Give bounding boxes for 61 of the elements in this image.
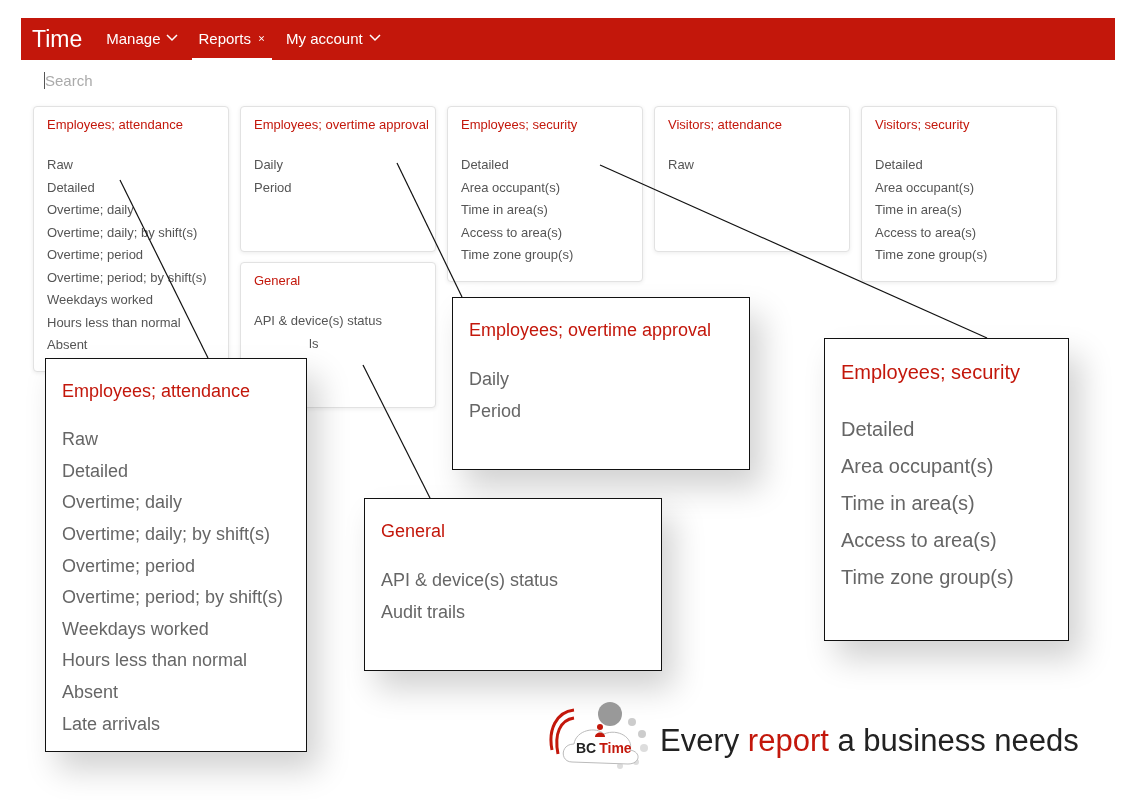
callout-item: API & device(s) status [381, 570, 559, 591]
nav-tab[interactable]: My account [280, 18, 387, 60]
report-link[interactable]: Area occupant(s) [461, 176, 560, 199]
nav-tab[interactable]: Reports [192, 18, 272, 60]
callout-item: Time in area(s) [841, 492, 975, 515]
report-link[interactable]: Time zone group(s) [875, 244, 988, 267]
callout-item: Absent [62, 681, 119, 703]
chevron-down-icon [166, 34, 179, 42]
callout-item: Area occupant(s) [841, 455, 994, 478]
report-link[interactable]: Daily [254, 154, 283, 177]
nav-tab[interactable]: Manage [100, 18, 185, 60]
report-link[interactable]: Time in area(s) [875, 199, 962, 222]
report-link[interactable]: Overtime; period [47, 244, 144, 267]
callout-item: Audit trails [381, 602, 466, 623]
report-link[interactable]: API & device(s) status [254, 310, 382, 333]
app-title: Time [31, 24, 84, 54]
card-title: Visitors; security [875, 117, 971, 132]
callout-title: Employees; security [841, 361, 1020, 384]
callout-item: Period [469, 401, 522, 422]
report-link[interactable]: ls [309, 332, 319, 355]
card-title: Visitors; attendance [668, 117, 783, 132]
callout-item: Daily [469, 369, 509, 390]
report-link[interactable]: Raw [47, 154, 73, 177]
report-link[interactable]: Access to area(s) [875, 221, 977, 244]
callout-item: Detailed [841, 418, 915, 441]
report-link[interactable]: Weekdays worked [47, 289, 153, 312]
callout-item: Overtime; daily [62, 492, 183, 514]
report-link[interactable]: Raw [668, 154, 694, 177]
report-link[interactable]: Overtime; period; by shift(s) [47, 266, 207, 289]
report-link[interactable]: Time zone group(s) [461, 244, 574, 267]
callout-item: Weekdays worked [62, 618, 209, 640]
callout-item: Overtime; period; by shift(s) [62, 587, 284, 609]
callout-item: Overtime; period [62, 555, 196, 577]
card-title: Employees; attendance [47, 117, 184, 132]
report-link[interactable]: Time in area(s) [461, 199, 548, 222]
callout-item: Time zone group(s) [841, 566, 1014, 589]
callout-title: General [381, 521, 446, 542]
report-link[interactable]: Detailed [875, 154, 923, 177]
card-title: General [254, 273, 302, 288]
report-link[interactable]: Absent [47, 334, 88, 357]
report-link[interactable]: Period [254, 176, 292, 199]
report-link[interactable]: Area occupant(s) [875, 176, 974, 199]
report-link[interactable]: Detailed [461, 154, 509, 177]
callout-item: Overtime; daily; by shift(s) [62, 523, 271, 545]
tagline: Every report a business needs [660, 723, 1079, 759]
report-link[interactable]: Access to area(s) [461, 221, 563, 244]
callout-item: Hours less than normal [62, 650, 248, 672]
report-link[interactable]: Detailed [47, 176, 95, 199]
report-link[interactable]: Overtime; daily [47, 199, 134, 222]
callout-item: Access to area(s) [841, 529, 997, 552]
card-title: Employees; security [461, 117, 579, 132]
callout-item: Detailed [62, 460, 129, 482]
logo-text: Time [599, 740, 632, 756]
callout-title: Employees; overtime approval [469, 320, 712, 341]
callout-item: Late arrivals [62, 713, 161, 735]
report-link[interactable]: Hours less than normal [47, 311, 181, 334]
close-icon[interactable] [257, 33, 266, 43]
callout-title: Employees; attendance [62, 381, 251, 402]
callout-item: Raw [62, 429, 98, 451]
chevron-down-icon [368, 34, 381, 42]
logo-text: BC [576, 740, 597, 756]
